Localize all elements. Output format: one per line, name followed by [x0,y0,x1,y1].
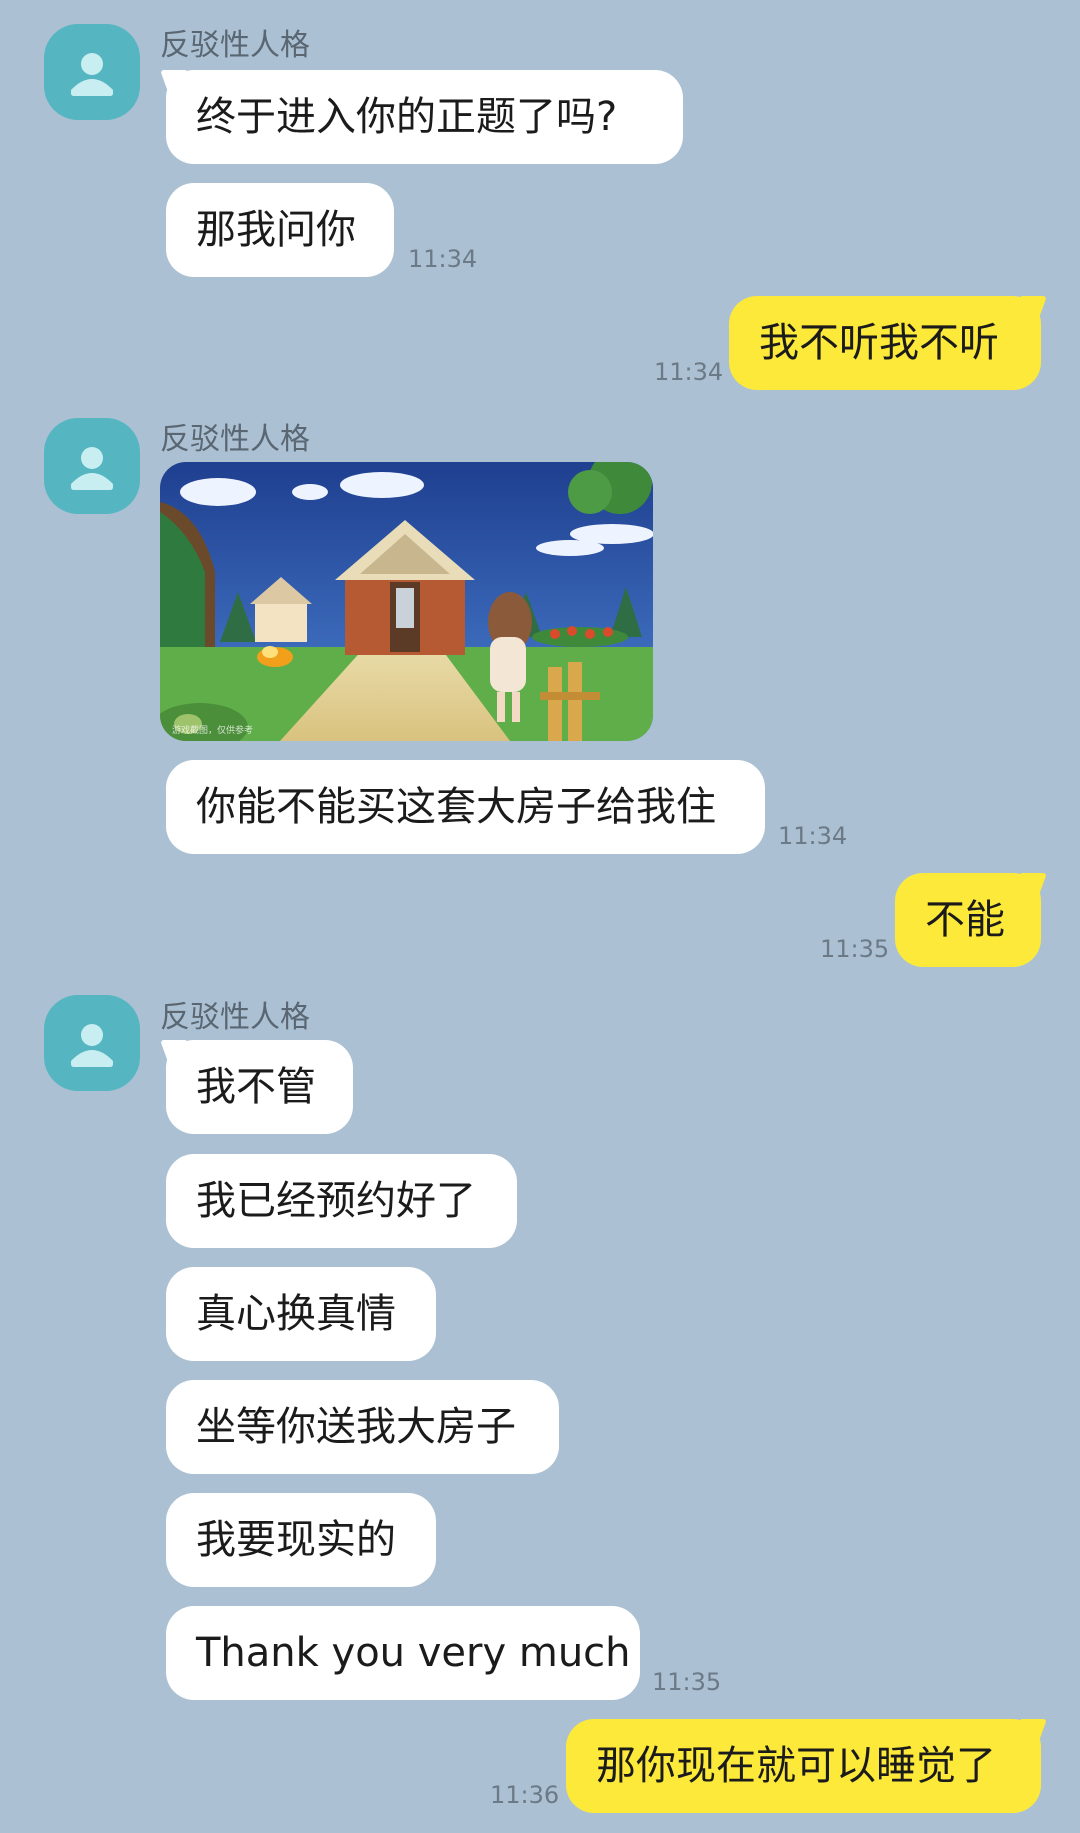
person-icon [71,447,113,490]
incoming-message[interactable]: 你能不能买这套大房子给我住 [166,760,765,854]
outgoing-message[interactable]: 那你现在就可以睡觉了 [566,1719,1041,1813]
message-timestamp: 11:34 [408,245,478,273]
person-icon [71,53,113,96]
incoming-message[interactable]: 那我问你 [166,183,394,277]
outgoing-message[interactable]: 我不听我不听 [729,296,1041,390]
incoming-message[interactable]: 我已经预约好了 [166,1154,517,1248]
message-timestamp: 11:34 [778,822,848,850]
contact-avatar[interactable] [44,418,140,514]
incoming-message[interactable]: 我要现实的 [166,1493,436,1587]
image-caption: 游戏截图，仅供参考 [172,726,254,736]
contact-avatar[interactable] [44,995,140,1091]
message-timestamp: 11:35 [652,1668,722,1696]
contact-name: 反驳性人格 [160,28,310,63]
message-timestamp: 11:35 [820,935,890,963]
chat-area[interactable]: 反驳性人格 终于进入你的正题了吗? 那我问你 11:34 我不听我不听 11:3… [0,0,1080,1833]
contact-avatar[interactable] [44,24,140,120]
incoming-message[interactable]: 坐等你送我大房子 [166,1380,559,1474]
person-icon [71,1024,113,1067]
shared-image[interactable]: 游戏截图，仅供参考 [160,462,653,741]
game-screenshot-image [160,462,653,741]
message-timestamp: 11:34 [654,358,724,386]
incoming-message[interactable]: 我不管 [166,1040,353,1134]
incoming-message[interactable]: Thank you very much [166,1606,640,1700]
outgoing-message[interactable]: 不能 [895,873,1041,967]
incoming-message[interactable]: 终于进入你的正题了吗? [166,70,683,164]
message-timestamp: 11:36 [490,1781,560,1809]
contact-name: 反驳性人格 [160,1000,310,1035]
contact-name: 反驳性人格 [160,422,310,457]
incoming-message[interactable]: 真心换真情 [166,1267,436,1361]
